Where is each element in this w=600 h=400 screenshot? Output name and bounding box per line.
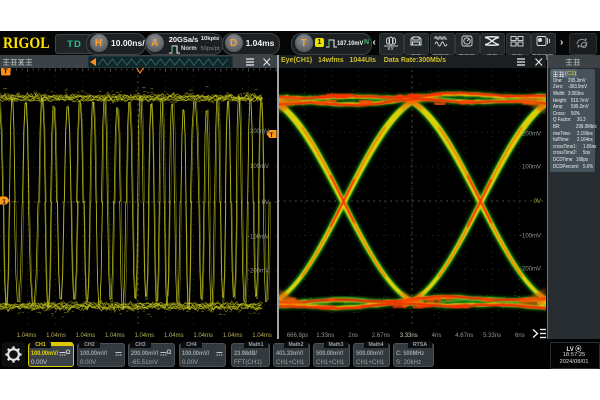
svg-text:100mV: 100mV	[522, 164, 541, 170]
svg-text:0V: 0V	[534, 199, 541, 205]
svg-text:0V: 0V	[262, 200, 269, 206]
svg-text:-100mV: -100mV	[248, 235, 269, 241]
svg-text:-200mV: -200mV	[520, 266, 541, 272]
svg-text:200mV: 200mV	[522, 132, 541, 138]
svg-text:-100mV: -100mV	[520, 234, 541, 240]
svg-text:1: 1	[2, 199, 6, 206]
svg-text:T: T	[270, 132, 274, 139]
svg-text:-200mV: -200mV	[248, 269, 269, 275]
svg-text:T: T	[4, 69, 9, 76]
svg-text:200mV: 200mV	[250, 129, 269, 135]
svg-text:100mV: 100mV	[250, 164, 269, 170]
